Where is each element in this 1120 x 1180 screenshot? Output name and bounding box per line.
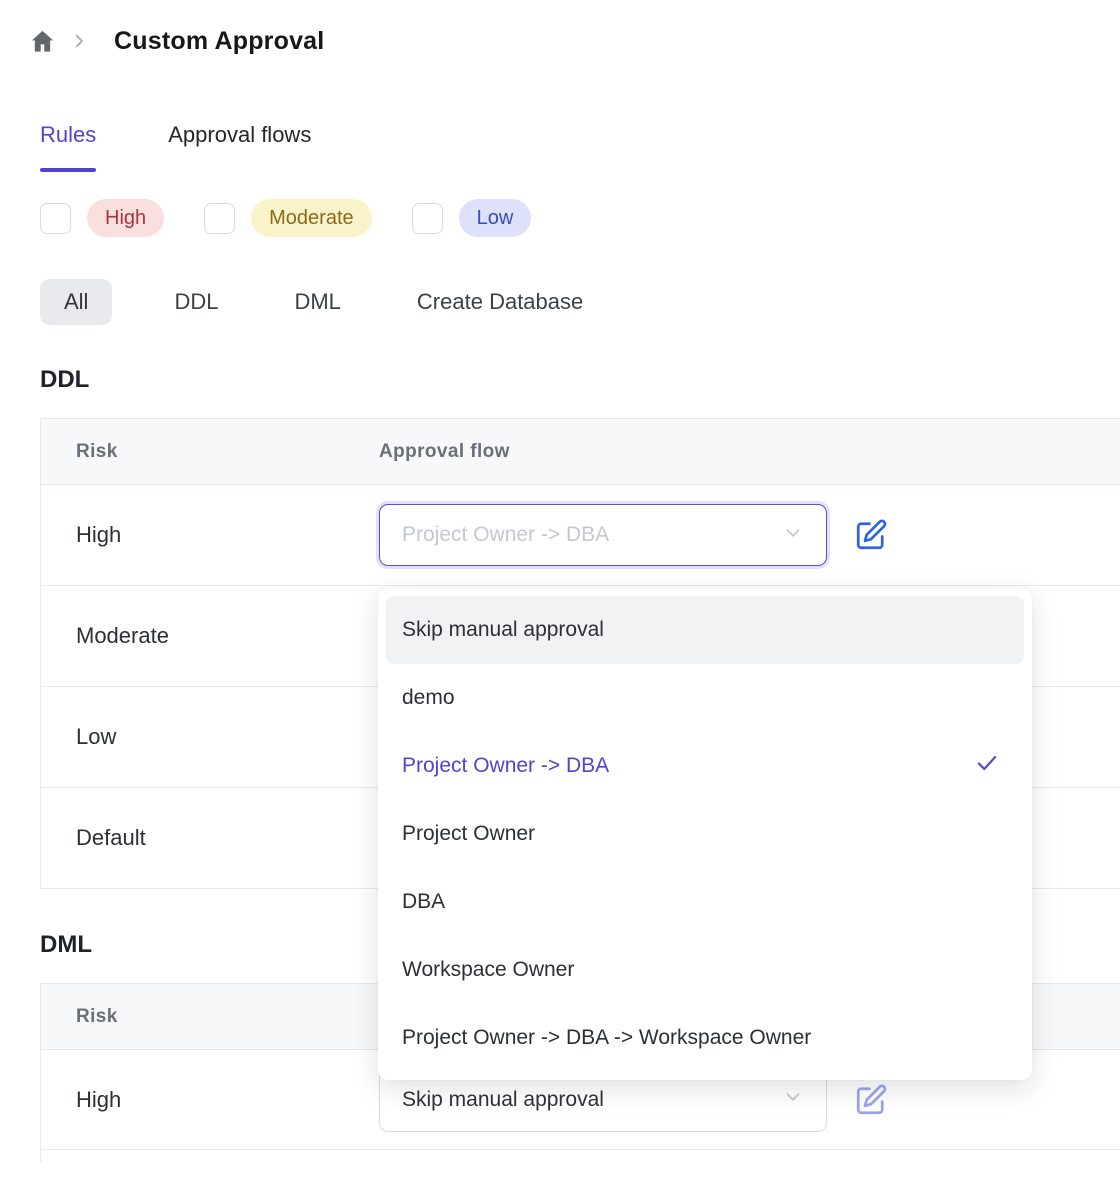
risk-filter-low: Low bbox=[412, 199, 532, 237]
low-checkbox[interactable] bbox=[412, 203, 443, 234]
ddl-section-title: DDL bbox=[40, 366, 1120, 394]
dropdown-item-label: Project Owner -> DBA bbox=[402, 754, 609, 778]
ddl-table-header: Risk Approval flow bbox=[41, 419, 1120, 485]
segment-ddl[interactable]: DDL bbox=[160, 279, 232, 325]
check-icon bbox=[974, 750, 1000, 782]
risk-label: High bbox=[41, 522, 379, 548]
chevron-right-icon bbox=[70, 32, 88, 50]
approval-flow-select-ddl-high[interactable]: Project Owner -> DBA bbox=[379, 504, 827, 566]
column-header-approval-flow: Approval flow bbox=[379, 441, 1120, 463]
page-title: Custom Approval bbox=[114, 27, 324, 56]
select-value: Skip manual approval bbox=[402, 1088, 604, 1112]
tab-approval-flows[interactable]: Approval flows bbox=[168, 122, 311, 172]
dropdown-item-label: Skip manual approval bbox=[402, 618, 604, 642]
dropdown-item-skip-manual-approval[interactable]: Skip manual approval bbox=[386, 596, 1024, 664]
risk-label: Default bbox=[41, 825, 379, 851]
dropdown-item-label: demo bbox=[402, 686, 455, 710]
tab-rules[interactable]: Rules bbox=[40, 122, 96, 172]
dropdown-item-workspace-owner[interactable]: Workspace Owner bbox=[386, 936, 1024, 1004]
partial-next-row bbox=[41, 1150, 1120, 1162]
dropdown-item-label: Project Owner bbox=[402, 822, 535, 846]
low-badge: Low bbox=[459, 199, 532, 237]
segment-create-database[interactable]: Create Database bbox=[403, 279, 597, 325]
breadcrumb: Custom Approval bbox=[28, 22, 1120, 60]
risk-label: High bbox=[41, 1087, 379, 1113]
risk-filter-moderate: Moderate bbox=[204, 199, 372, 237]
segment-dml[interactable]: DML bbox=[280, 279, 354, 325]
risk-filter-row: High Moderate Low bbox=[40, 198, 1120, 238]
select-value: Project Owner -> DBA bbox=[402, 523, 609, 547]
dropdown-item-label: Project Owner -> DBA -> Workspace Owner bbox=[402, 1026, 811, 1050]
approval-flow-dropdown: Skip manual approval demo Project Owner … bbox=[378, 588, 1032, 1080]
dropdown-item-project-owner-dba[interactable]: Project Owner -> DBA bbox=[386, 732, 1024, 800]
column-header-risk: Risk bbox=[41, 1006, 379, 1028]
segment-all[interactable]: All bbox=[40, 279, 112, 325]
chevron-down-icon bbox=[782, 522, 804, 549]
moderate-checkbox[interactable] bbox=[204, 203, 235, 234]
dropdown-item-project-owner-dba-workspace-owner[interactable]: Project Owner -> DBA -> Workspace Owner bbox=[386, 1004, 1024, 1072]
high-checkbox[interactable] bbox=[40, 203, 71, 234]
risk-label: Moderate bbox=[41, 623, 379, 649]
home-icon[interactable] bbox=[28, 27, 56, 55]
category-filter-row: All DDL DML Create Database bbox=[40, 276, 1120, 328]
chevron-down-icon bbox=[782, 1086, 804, 1113]
risk-filter-high: High bbox=[40, 199, 164, 237]
dropdown-item-demo[interactable]: demo bbox=[386, 664, 1024, 732]
table-row-ddl-high: High Project Owner -> DBA bbox=[41, 485, 1120, 586]
edit-approval-flow-icon[interactable] bbox=[851, 515, 891, 555]
risk-label: Low bbox=[41, 724, 379, 750]
column-header-risk: Risk bbox=[41, 441, 379, 463]
high-badge: High bbox=[87, 199, 164, 237]
dropdown-item-label: Workspace Owner bbox=[402, 958, 574, 982]
tab-bar: Rules Approval flows bbox=[40, 122, 1120, 172]
edit-approval-flow-icon[interactable] bbox=[851, 1080, 891, 1120]
dropdown-item-project-owner[interactable]: Project Owner bbox=[386, 800, 1024, 868]
dropdown-item-dba[interactable]: DBA bbox=[386, 868, 1024, 936]
dropdown-item-label: DBA bbox=[402, 890, 445, 914]
moderate-badge: Moderate bbox=[251, 199, 372, 237]
